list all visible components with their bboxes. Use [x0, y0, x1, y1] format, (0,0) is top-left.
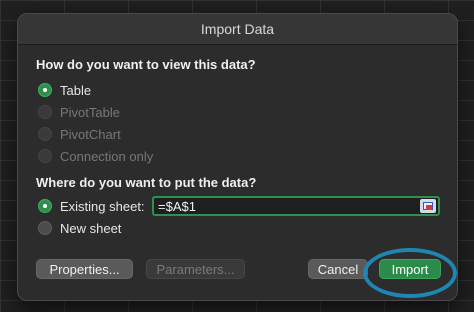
- dialog-title: Import Data: [18, 14, 457, 45]
- collapse-dialog-range-icon[interactable]: [420, 199, 436, 213]
- parameters-button: Parameters...: [146, 259, 245, 279]
- radio-table[interactable]: Table: [38, 80, 91, 100]
- radio-table-label: Table: [60, 82, 92, 98]
- radio-pivottable-label: PivotTable: [60, 104, 120, 120]
- radio-pivotchart-label: PivotChart: [60, 126, 121, 142]
- radio-disabled-icon: [38, 149, 52, 163]
- radio-new-sheet[interactable]: New sheet: [38, 218, 121, 238]
- radio-disabled-icon: [38, 105, 52, 119]
- radio-existing-sheet[interactable]: Existing sheet:: [38, 196, 145, 216]
- radio-disabled-icon: [38, 127, 52, 141]
- radio-connection-only-label: Connection only: [60, 148, 154, 164]
- radio-unselected-icon: [38, 221, 52, 235]
- import-button[interactable]: Import: [379, 259, 441, 279]
- properties-button[interactable]: Properties...: [36, 259, 133, 279]
- view-heading: How do you want to view this data?: [36, 57, 256, 72]
- radio-selected-icon: [38, 199, 52, 213]
- radio-existing-sheet-label: Existing sheet:: [60, 198, 145, 214]
- radio-new-sheet-label: New sheet: [60, 220, 122, 236]
- radio-pivottable: PivotTable: [38, 102, 120, 122]
- radio-pivotchart: PivotChart: [38, 124, 121, 144]
- cancel-button[interactable]: Cancel: [308, 259, 368, 279]
- radio-connection-only: Connection only: [38, 146, 153, 166]
- radio-selected-icon: [38, 83, 52, 97]
- location-heading: Where do you want to put the data?: [36, 175, 257, 190]
- cell-reference-field: [152, 196, 440, 216]
- cell-reference-input[interactable]: [154, 198, 420, 214]
